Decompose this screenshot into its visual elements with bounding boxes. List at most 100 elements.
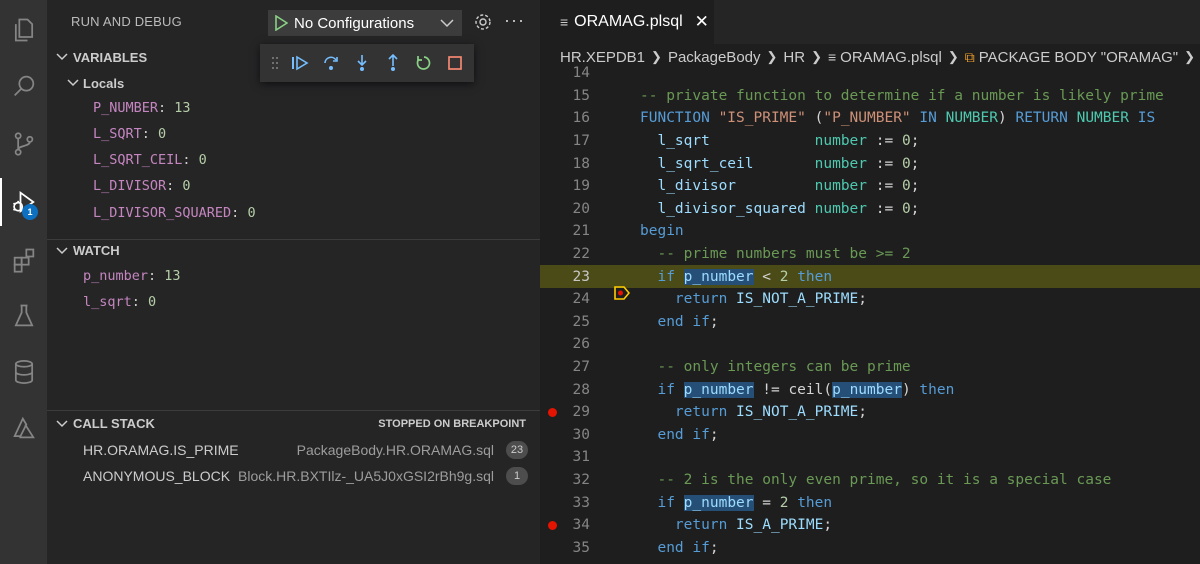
testing-icon[interactable]	[0, 292, 47, 340]
step-over-icon[interactable]	[315, 48, 346, 78]
code-line: 31	[540, 446, 1200, 469]
stack-frame-line: 23	[506, 441, 528, 459]
variable-value: 0	[247, 205, 256, 221]
code-line: 17 l_sqrt number := 0;	[540, 130, 1200, 153]
code-line: 28 if p_number != ceil(p_number) then	[540, 378, 1200, 401]
tab-bar: ≡ ORAMAG.plsql ✕	[540, 0, 1200, 44]
code-line: 26	[540, 333, 1200, 356]
line-number: 17	[572, 133, 590, 150]
watch-value: 0	[148, 294, 157, 310]
code-text: return IS_NOT_A_PRIME;	[674, 404, 867, 421]
azure-icon[interactable]	[0, 404, 47, 452]
code-line: 21 begin	[540, 220, 1200, 243]
start-debugging-icon[interactable]	[268, 15, 294, 31]
variable-value: 0	[182, 178, 191, 194]
breadcrumb-item[interactable]: PackageBody	[668, 49, 761, 66]
line-number: 26	[572, 336, 590, 353]
breakpoint-icon[interactable]	[548, 521, 557, 530]
close-icon[interactable]: ✕	[695, 12, 709, 32]
variable-name: P_NUMBER	[93, 100, 159, 116]
code-text: end if;	[657, 539, 719, 556]
breadcrumb-item[interactable]: ORAMAG.plsql	[840, 49, 942, 66]
line-number: 16	[572, 110, 590, 127]
stack-frame-function: ANONYMOUS_BLOCK	[83, 468, 231, 484]
package-icon: ⧉	[964, 48, 975, 65]
variable-value: 13	[174, 100, 191, 116]
line-number: 20	[572, 200, 590, 217]
tab-oramag[interactable]: ≡ ORAMAG.plsql ✕	[540, 0, 714, 44]
callstack-section-header[interactable]: CALL STACK STOPPED ON BREAKPOINT	[47, 410, 540, 436]
database-icon[interactable]	[0, 348, 47, 396]
code-line: 16 FUNCTION "IS_PRIME" ("P_NUMBER" IN NU…	[540, 107, 1200, 130]
line-number: 32	[572, 472, 590, 489]
chevron-right-icon: ❯	[1184, 49, 1195, 64]
stack-frame[interactable]: HR.ORAMAG.IS_PRIME PackageBody.HR.ORAMAG…	[47, 437, 540, 463]
variable-row[interactable]: L_SQRT_CEIL: 0	[47, 147, 540, 173]
variable-value: 0	[198, 152, 207, 168]
more-actions-icon[interactable]: ···	[504, 10, 525, 31]
breadcrumb-item[interactable]: HR.XEPDB1	[560, 49, 645, 66]
code-text: FUNCTION "IS_PRIME" ("P_NUMBER" IN NUMBE…	[640, 110, 1156, 127]
locals-scope[interactable]: Locals	[63, 72, 124, 94]
step-out-icon[interactable]	[377, 48, 408, 78]
restart-icon[interactable]	[408, 48, 439, 78]
locals-label: Locals	[83, 75, 125, 91]
gear-icon[interactable]	[473, 12, 493, 32]
variable-row[interactable]: L_SQRT: 0	[47, 121, 540, 147]
code-text: if p_number = 2 then	[657, 494, 833, 511]
watch-row[interactable]: l_sqrt: 0	[47, 289, 540, 315]
watch-row[interactable]: p_number: 13	[47, 263, 540, 289]
variable-name: L_SQRT	[93, 126, 142, 142]
stack-frame-source: Block.HR.BXTIlz-_UA5J0xGSI2rBh9g.sql	[238, 468, 494, 484]
chevron-down-icon	[51, 246, 73, 255]
code-text: l_sqrt number := 0;	[657, 133, 920, 150]
line-number: 33	[572, 494, 590, 511]
code-text: end if;	[657, 313, 719, 330]
chevron-down-icon	[51, 53, 73, 61]
code-text: if p_number < 2 then	[657, 268, 833, 285]
chevron-right-icon: ❯	[766, 49, 778, 64]
search-icon[interactable]	[0, 62, 47, 110]
source-control-icon[interactable]	[0, 120, 47, 168]
code-text: l_divisor number := 0;	[657, 178, 920, 195]
configuration-select[interactable]: No Configurations	[268, 10, 462, 36]
watch-section-header[interactable]: WATCH	[47, 239, 540, 261]
continue-icon[interactable]	[284, 48, 315, 78]
variable-row[interactable]: P_NUMBER: 13	[47, 95, 540, 121]
callstack-status: STOPPED ON BREAKPOINT	[378, 417, 526, 430]
chevron-down-icon[interactable]	[432, 18, 462, 28]
variable-row[interactable]: L_DIVISOR: 0	[47, 173, 540, 199]
line-number: 14	[572, 65, 590, 82]
code-area[interactable]: 14 15 -- private function to determine i…	[540, 64, 1200, 564]
step-into-icon[interactable]	[346, 48, 377, 78]
drag-handle-icon[interactable]	[268, 48, 282, 78]
chevron-right-icon: ❯	[651, 49, 662, 64]
breadcrumb-item[interactable]: HR	[783, 49, 805, 66]
stack-frame[interactable]: ANONYMOUS_BLOCK Block.HR.BXTIlz-_UA5J0xG…	[47, 463, 540, 489]
code-line: 20 l_divisor_squared number := 0;	[540, 198, 1200, 221]
code-text: begin	[640, 223, 684, 240]
variable-name: L_DIVISOR_SQUARED	[93, 205, 232, 221]
code-line: 14	[540, 64, 1200, 85]
line-number: 29	[572, 404, 590, 421]
variable-row[interactable]: L_DIVISOR_SQUARED: 0	[47, 200, 540, 226]
extensions-icon[interactable]	[0, 236, 47, 284]
current-line: 23 if p_number < 2 then	[540, 265, 1200, 300]
stop-icon[interactable]	[439, 48, 470, 78]
code-line: 25 end if;	[540, 311, 1200, 334]
watch-value: 13	[164, 268, 181, 284]
explorer-icon[interactable]	[0, 6, 47, 54]
breakpoint-icon[interactable]	[548, 408, 557, 417]
run-debug-icon[interactable]: 1	[0, 178, 47, 226]
code-line: 34 return IS_A_PRIME;	[540, 514, 1200, 537]
variable-name: L_SQRT_CEIL	[93, 152, 183, 168]
debug-badge: 1	[22, 204, 38, 220]
tab-label: ORAMAG.plsql	[574, 13, 683, 30]
code-text: l_sqrt_ceil number := 0;	[657, 155, 920, 172]
breadcrumb-item[interactable]: PACKAGE BODY "ORAMAG"	[979, 49, 1178, 66]
configuration-label: No Configurations	[294, 14, 415, 32]
line-number: 27	[572, 359, 590, 376]
current-breakpoint-icon[interactable]	[544, 270, 630, 300]
code-text: -- private function to determine if a nu…	[640, 87, 1164, 104]
watch-expression: l_sqrt	[83, 294, 132, 310]
